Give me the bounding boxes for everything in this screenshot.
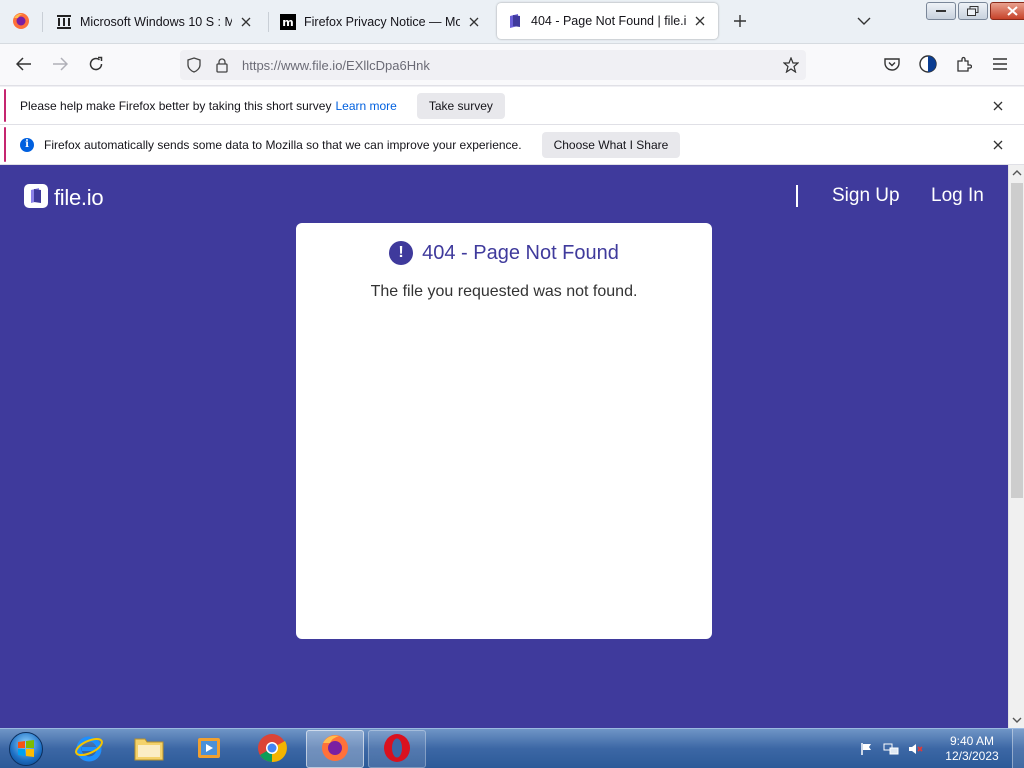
minimize-button[interactable] (926, 2, 956, 20)
page-content: file.io Sign Up Log In ! 404 - Page Not … (0, 165, 1008, 728)
sign-up-link[interactable]: Sign Up (832, 185, 900, 207)
network-icon[interactable] (883, 742, 899, 756)
tab-404-page[interactable]: 404 - Page Not Found | file.io (497, 3, 718, 39)
shield-icon[interactable] (180, 50, 208, 80)
extensions-button[interactable] (951, 52, 977, 78)
menu-icon (993, 57, 1007, 73)
clock-time: 9:40 AM (949, 734, 995, 748)
notification-accent (4, 89, 6, 122)
reload-button[interactable] (83, 52, 109, 78)
show-desktop-button[interactable] (1012, 729, 1024, 768)
taskbar-opera[interactable] (368, 730, 426, 768)
page-scrollbar[interactable] (1008, 165, 1024, 728)
navigation-toolbar: https://www.file.io/EXllcDpa6Hnk (0, 44, 1024, 86)
data-sharing-notification: i Firefox automatically sends some data … (0, 125, 1024, 165)
error-card: ! 404 - Page Not Found The file you requ… (296, 223, 712, 639)
taskbar-media-player[interactable] (180, 730, 238, 768)
close-icon[interactable] (238, 14, 254, 30)
media-player-icon (195, 734, 223, 765)
chevron-down-icon (857, 15, 871, 29)
choose-what-i-share-button[interactable]: Choose What I Share (541, 131, 681, 158)
extensions-icon (956, 56, 973, 75)
fileio-favicon (507, 13, 523, 29)
windows-logo-icon (9, 732, 43, 766)
archive-favicon (56, 14, 72, 30)
scroll-down-arrow-icon[interactable] (1009, 712, 1024, 728)
survey-notification: Please help make Firefox better by takin… (0, 87, 1024, 125)
back-arrow-icon (15, 56, 32, 74)
close-icon[interactable] (990, 137, 1006, 153)
taskbar-clock[interactable]: 9:40 AM 12/3/2023 (936, 734, 1008, 764)
taskbar-firefox[interactable] (306, 730, 364, 768)
tab-separator (42, 12, 43, 32)
svg-text:m: m (282, 16, 293, 29)
pocket-button[interactable] (879, 52, 905, 78)
system-tray (860, 733, 933, 765)
firefox-icon (320, 733, 350, 766)
error-header: ! 404 - Page Not Found (296, 241, 712, 265)
brand-name: file.io (54, 184, 104, 210)
close-icon[interactable] (466, 14, 482, 30)
contrast-button[interactable] (915, 52, 941, 78)
url-text: https://www.file.io/EXllcDpa6Hnk (242, 57, 430, 73)
learn-more-link[interactable]: Learn more (335, 99, 396, 113)
tab-strip: Microsoft Windows 10 S : Micro m Firefox… (0, 0, 1024, 44)
lock-icon[interactable] (208, 50, 236, 80)
pocket-icon (884, 57, 900, 74)
tab-firefox-privacy[interactable]: m Firefox Privacy Notice — Mozill (270, 0, 492, 44)
windows-taskbar: 9:40 AM 12/3/2023 (0, 728, 1024, 768)
opera-icon (382, 733, 412, 766)
back-button[interactable] (11, 52, 37, 78)
mozilla-favicon: m (280, 14, 296, 30)
close-window-button[interactable] (990, 2, 1024, 20)
reload-icon (88, 56, 104, 75)
clock-date: 12/3/2023 (945, 749, 999, 763)
close-icon[interactable] (692, 13, 708, 29)
action-center-flag-icon[interactable] (860, 742, 874, 756)
taskbar-internet-explorer[interactable] (60, 730, 118, 768)
new-tab-button[interactable] (728, 10, 752, 34)
scroll-up-arrow-icon[interactable] (1009, 165, 1024, 181)
firefox-view-button[interactable] (0, 0, 42, 44)
error-message: The file you requested was not found. (370, 283, 638, 300)
restore-button[interactable] (958, 2, 988, 20)
contrast-icon (919, 54, 937, 76)
firefox-icon (12, 12, 30, 33)
error-title: 404 - Page Not Found (422, 241, 619, 264)
info-icon: i (20, 137, 34, 152)
close-icon[interactable] (990, 98, 1006, 114)
forward-arrow-icon (52, 56, 69, 74)
window-controls (924, 2, 1024, 20)
folder-icon (133, 734, 165, 765)
nav-divider (796, 185, 798, 207)
internet-explorer-icon (74, 733, 104, 766)
survey-message: Please help make Firefox better by takin… (20, 98, 332, 113)
notification-accent (4, 127, 6, 162)
tab-title: 404 - Page Not Found | file.io (531, 14, 686, 28)
tab-title: Firefox Privacy Notice — Mozill (304, 15, 460, 29)
log-in-link[interactable]: Log In (931, 185, 984, 207)
bookmark-star-icon[interactable] (776, 50, 806, 80)
taskbar-file-explorer[interactable] (120, 730, 178, 768)
tab-title: Microsoft Windows 10 S : Micro (80, 15, 232, 29)
taskbar-chrome[interactable] (243, 730, 301, 768)
scrollbar-thumb[interactable] (1011, 183, 1023, 498)
address-bar[interactable]: https://www.file.io/EXllcDpa6Hnk (180, 50, 806, 80)
forward-button[interactable] (47, 52, 73, 78)
exclamation-icon: ! (389, 241, 414, 265)
tab-microsoft-windows[interactable]: Microsoft Windows 10 S : Micro (46, 0, 264, 44)
speaker-muted-icon[interactable] (908, 742, 924, 756)
app-menu-button[interactable] (987, 52, 1013, 78)
tab-separator (268, 12, 269, 32)
start-button[interactable] (6, 730, 46, 768)
chrome-icon (257, 733, 287, 766)
take-survey-button[interactable]: Take survey (416, 92, 505, 119)
site-logo[interactable]: file.io (24, 184, 104, 211)
list-all-tabs-button[interactable] (852, 10, 876, 34)
plus-icon (733, 14, 747, 31)
fileio-logo-icon (24, 184, 48, 211)
data-sharing-message: Firefox automatically sends some data to… (44, 137, 522, 152)
